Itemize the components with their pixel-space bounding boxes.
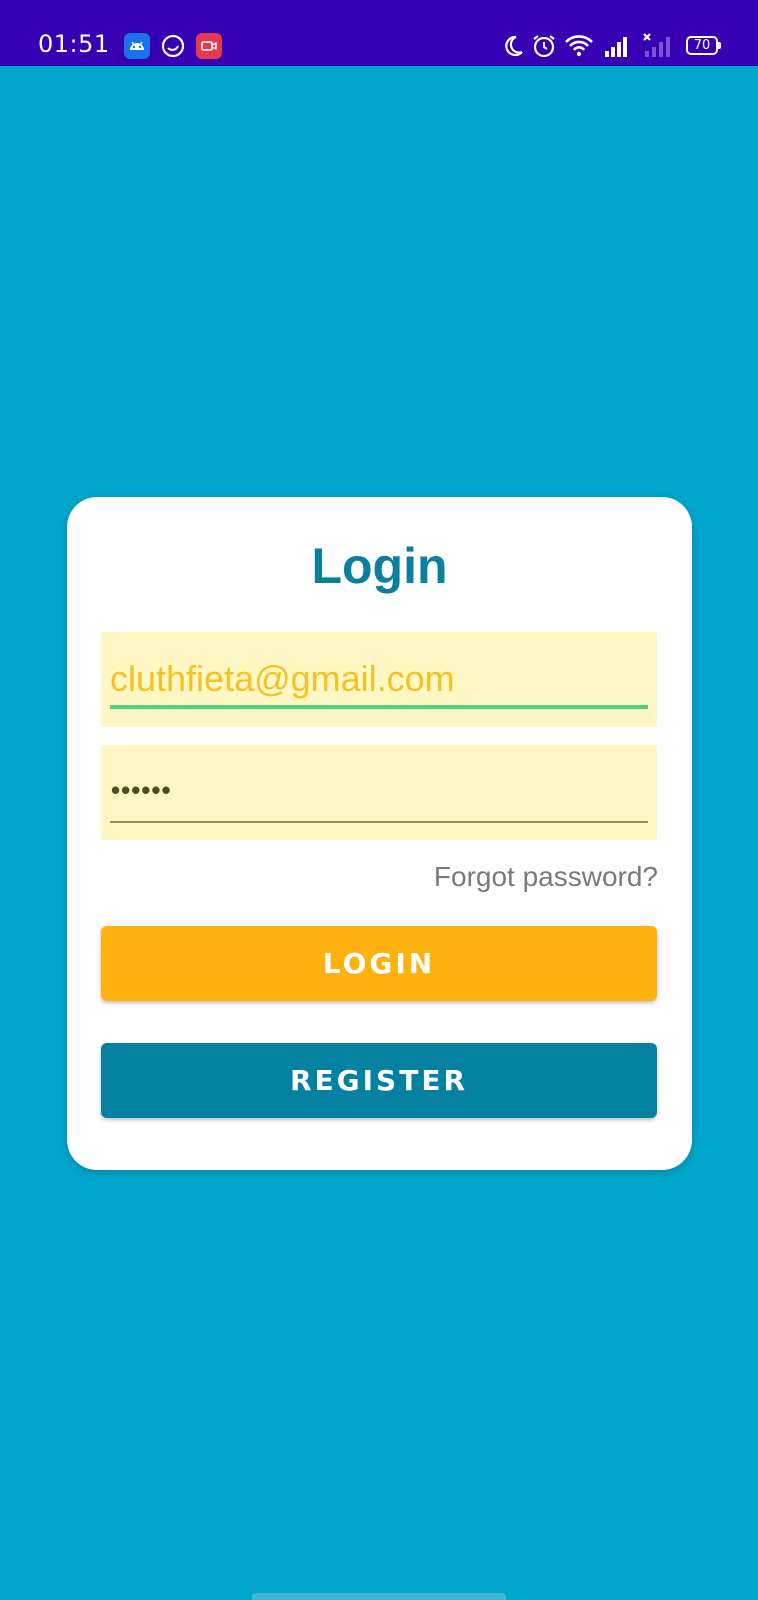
status-time: 01:51	[38, 30, 110, 58]
alarm-icon	[533, 35, 555, 58]
email-underline	[110, 705, 648, 709]
password-underline	[110, 821, 648, 823]
password-value[interactable]: ••••••	[111, 775, 172, 806]
signal-icon	[605, 37, 627, 57]
page-title: Login	[311, 538, 448, 594]
circle-arrow-icon	[161, 34, 185, 58]
signal-no-sim-icon	[643, 33, 670, 57]
email-value[interactable]: cluthfieta@gmail.com	[110, 658, 455, 700]
status-bar: 01:51 70	[0, 0, 758, 66]
moon-icon	[505, 35, 523, 57]
home-indicator[interactable]	[252, 1593, 506, 1600]
login-button[interactable]: LOGIN	[101, 926, 657, 1001]
email-field[interactable]: cluthfieta@gmail.com	[101, 632, 657, 727]
battery-indicator: 70	[686, 36, 721, 55]
forgot-password-link[interactable]: Forgot password?	[434, 861, 658, 893]
battery-level: 70	[693, 38, 711, 53]
register-button[interactable]: REGISTER	[101, 1043, 657, 1118]
screen-record-icon	[196, 33, 222, 59]
password-field[interactable]: ••••••	[101, 745, 657, 840]
login-card: Login cluthfieta@gmail.com •••••• Forgot…	[67, 497, 692, 1170]
wifi-icon	[565, 35, 593, 57]
android-icon	[124, 33, 150, 59]
